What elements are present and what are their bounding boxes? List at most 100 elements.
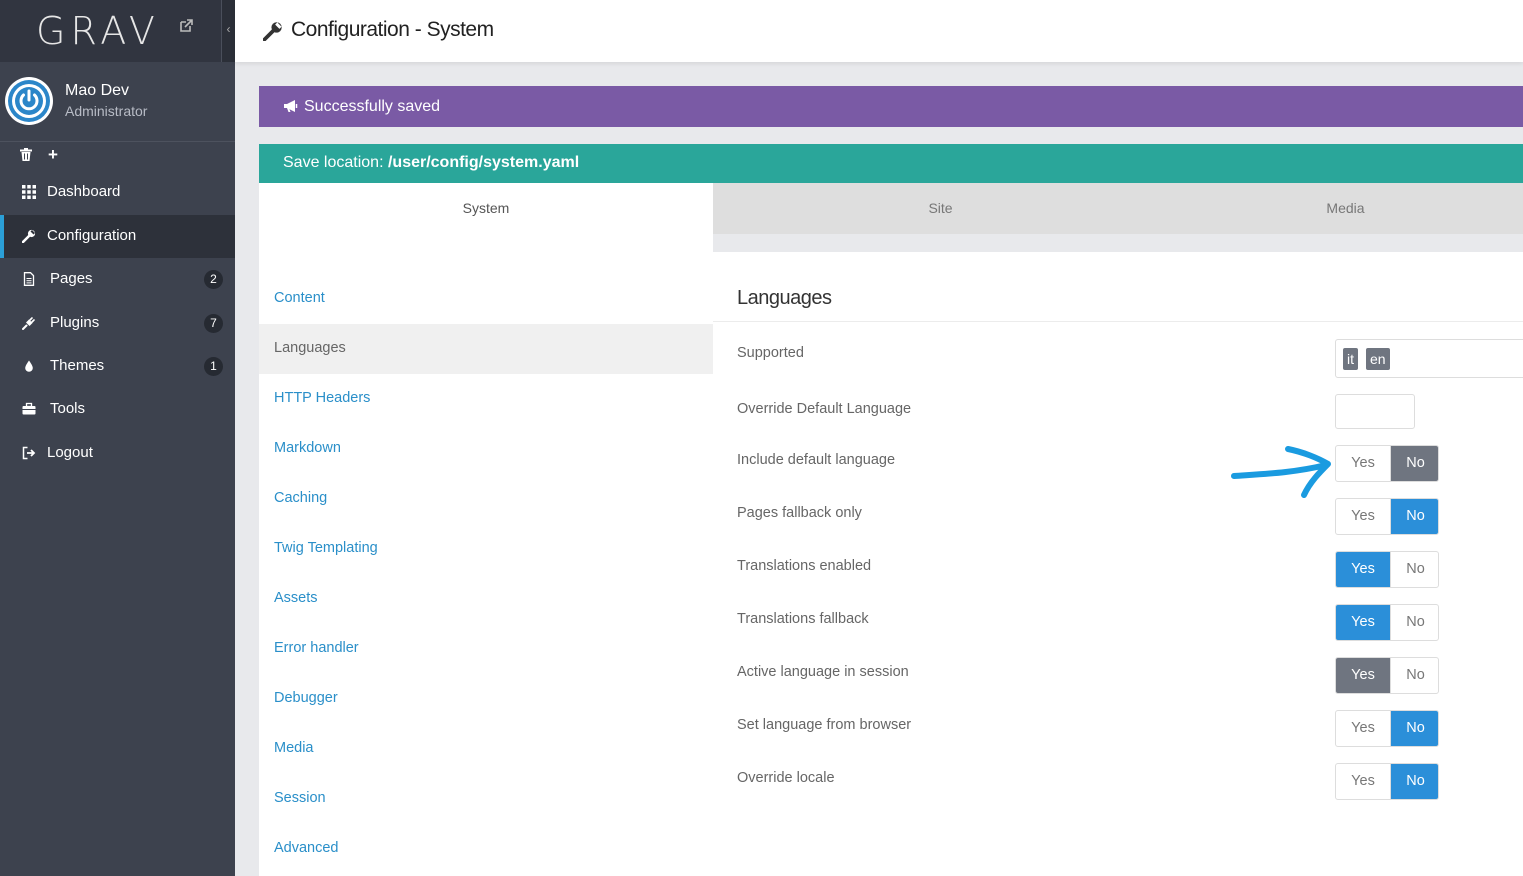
- set-language-from-browser-toggle[interactable]: Yes No: [1335, 710, 1439, 747]
- nav-label: Themes: [50, 357, 105, 374]
- toggle-yes-option[interactable]: Yes: [1336, 658, 1390, 693]
- section-link-error-handler[interactable]: Error handler: [259, 624, 713, 674]
- top-bar: Configuration - System: [235, 0, 1523, 62]
- nav-label: Tools: [50, 400, 86, 417]
- panel-spacer: [713, 234, 1523, 252]
- save-location-banner: Save location: /user/config/system.yaml: [259, 144, 1523, 183]
- annotation-arrow: [1231, 446, 1331, 498]
- sidebar-collapse-button[interactable]: ‹: [221, 0, 235, 62]
- power-icon: [8, 80, 50, 122]
- nav-label: Dashboard: [47, 183, 121, 200]
- user-role: Administrator: [65, 103, 148, 119]
- wrench-icon: [22, 229, 36, 243]
- section-label: Languages: [274, 340, 346, 356]
- section-link-session[interactable]: Session: [259, 774, 713, 824]
- external-link-icon[interactable]: [178, 18, 194, 34]
- section-label: Media: [274, 740, 314, 756]
- wrench-icon: [263, 22, 282, 41]
- tint-icon: [25, 360, 33, 372]
- section-list: Content Languages HTTP Headers Markdown …: [259, 234, 713, 876]
- nav-item-configuration[interactable]: Configuration: [0, 215, 235, 258]
- nav-item-tools[interactable]: Tools: [0, 388, 235, 431]
- nav-label: Configuration: [47, 227, 137, 244]
- plus-icon[interactable]: +: [48, 146, 58, 163]
- user-name: Mao Dev: [65, 82, 130, 99]
- section-link-assets[interactable]: Assets: [259, 574, 713, 624]
- section-link-twig-templating[interactable]: Twig Templating: [259, 524, 713, 574]
- nav-item-pages[interactable]: Pages 2: [0, 258, 235, 301]
- toggle-no-option[interactable]: No: [1390, 764, 1438, 799]
- include-default-language-toggle[interactable]: Yes No: [1335, 445, 1439, 482]
- tab-site[interactable]: Site: [713, 183, 1168, 234]
- section-label: Debugger: [274, 690, 338, 706]
- language-tag[interactable]: en: [1366, 348, 1390, 370]
- section-link-languages[interactable]: Languages: [259, 324, 713, 374]
- translations-enabled-toggle[interactable]: Yes No: [1335, 551, 1439, 588]
- count-badge: 7: [204, 314, 223, 333]
- toggle-yes-option[interactable]: Yes: [1336, 446, 1390, 481]
- supported-label: Supported: [737, 345, 804, 361]
- include-default-language-label: Include default language: [737, 452, 896, 468]
- toggle-yes-option[interactable]: Yes: [1336, 711, 1390, 746]
- section-label: HTTP Headers: [274, 390, 371, 406]
- save-location-label: Save location:: [283, 154, 384, 171]
- section-label: Assets: [274, 590, 318, 606]
- logo-bar: GRAV ‹: [0, 0, 235, 62]
- section-link-media[interactable]: Media: [259, 724, 713, 774]
- avatar[interactable]: [5, 77, 53, 125]
- panel-title: Languages: [737, 287, 832, 309]
- languages-panel: Languages Supported it en Override Defau…: [713, 252, 1523, 876]
- section-label: Caching: [274, 490, 328, 506]
- nav-item-logout[interactable]: Logout: [0, 432, 235, 475]
- toggle-no-option[interactable]: No: [1390, 446, 1438, 481]
- section-label: Session: [274, 790, 326, 806]
- section-label: Error handler: [274, 640, 359, 656]
- divider: [713, 321, 1523, 322]
- translations-fallback-toggle[interactable]: Yes No: [1335, 604, 1439, 641]
- nav-label: Pages: [50, 270, 93, 287]
- save-location-path: /user/config/system.yaml: [387, 154, 580, 171]
- active-language-in-session-toggle[interactable]: Yes No: [1335, 657, 1439, 694]
- nav-item-plugins[interactable]: Plugins 7: [0, 302, 235, 345]
- trash-icon[interactable]: [20, 148, 32, 161]
- supported-languages-input[interactable]: it en: [1335, 339, 1523, 378]
- section-label: Twig Templating: [274, 540, 378, 556]
- toggle-yes-option[interactable]: Yes: [1336, 764, 1390, 799]
- sign-out-icon: [22, 446, 36, 460]
- section-link-http-headers[interactable]: HTTP Headers: [259, 374, 713, 424]
- quick-actions: +: [0, 142, 235, 170]
- override-locale-toggle[interactable]: Yes No: [1335, 763, 1439, 800]
- count-badge: 1: [204, 357, 223, 376]
- toggle-no-option[interactable]: No: [1390, 499, 1438, 534]
- toggle-yes-option[interactable]: Yes: [1336, 552, 1390, 587]
- toggle-yes-option[interactable]: Yes: [1336, 605, 1390, 640]
- section-link-content[interactable]: Content: [259, 274, 713, 324]
- toggle-no-option[interactable]: No: [1390, 552, 1438, 587]
- nav-label: Plugins: [50, 314, 100, 331]
- toggle-no-option[interactable]: No: [1390, 605, 1438, 640]
- nav-item-themes[interactable]: Themes 1: [0, 345, 235, 388]
- section-link-debugger[interactable]: Debugger: [259, 674, 713, 724]
- toggle-no-option[interactable]: No: [1390, 711, 1438, 746]
- toggle-no-option[interactable]: No: [1390, 658, 1438, 693]
- grid-icon: [22, 185, 36, 199]
- save-location-text: Save location: /user/config/system.yaml: [283, 154, 579, 172]
- tab-media[interactable]: Media: [1168, 183, 1523, 234]
- section-label: Advanced: [274, 840, 339, 856]
- user-profile[interactable]: Mao Dev Administrator: [0, 62, 235, 142]
- override-default-language-input[interactable]: [1335, 394, 1415, 429]
- page-title: Configuration - System: [291, 18, 494, 41]
- nav-item-dashboard[interactable]: Dashboard: [0, 171, 235, 214]
- briefcase-icon: [22, 402, 36, 415]
- file-icon: [23, 272, 35, 286]
- section-link-markdown[interactable]: Markdown: [259, 424, 713, 474]
- section-link-advanced[interactable]: Advanced: [259, 824, 713, 874]
- success-alert: Successfully saved: [259, 86, 1523, 127]
- language-tag[interactable]: it: [1343, 348, 1358, 370]
- grav-logo[interactable]: GRAV: [36, 9, 160, 53]
- toggle-yes-option[interactable]: Yes: [1336, 499, 1390, 534]
- pages-fallback-only-toggle[interactable]: Yes No: [1335, 498, 1439, 535]
- section-link-caching[interactable]: Caching: [259, 474, 713, 524]
- count-badge: 2: [204, 270, 223, 289]
- tab-system[interactable]: System: [259, 183, 713, 234]
